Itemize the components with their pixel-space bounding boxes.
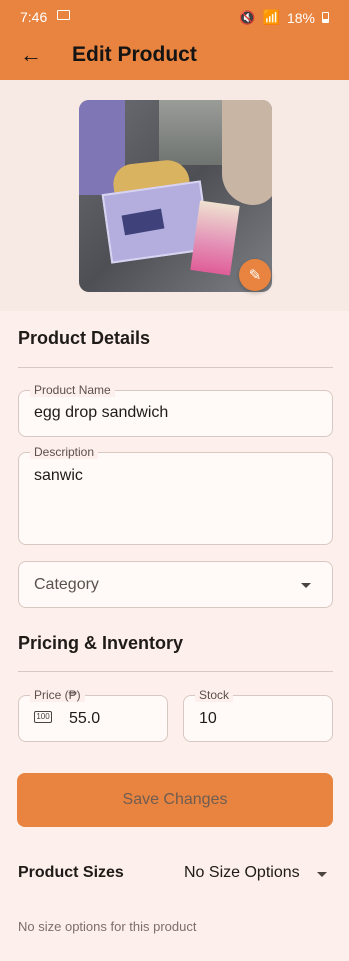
product-name-label: Product Name — [30, 383, 115, 397]
stock-value[interactable]: 10 — [199, 710, 217, 728]
size-options-selected: No Size Options — [184, 864, 300, 881]
battery-percentage: 18% — [286, 9, 315, 26]
description-value[interactable]: sanwic — [34, 467, 83, 485]
mute-icon: 🔇 — [239, 9, 256, 25]
price-label: Price (₱) — [30, 688, 85, 702]
wifi-icon: 📶 — [262, 9, 280, 25]
chevron-down-icon — [317, 872, 327, 877]
chevron-down-icon — [301, 583, 311, 588]
arm-shape — [222, 100, 272, 205]
pricing-divider — [18, 671, 333, 672]
status-bar: 7:46 🔇 📶 18% — [0, 0, 349, 32]
status-icons: 🔇 📶 18% — [239, 9, 329, 26]
edit-image-button[interactable]: ✎ — [239, 259, 271, 291]
product-sizes-label: Product Sizes — [18, 864, 124, 881]
product-name-value[interactable]: egg drop sandwich — [34, 404, 168, 422]
app-bar: 7:46 🔇 📶 18% ← Edit Product — [0, 0, 349, 80]
description-field[interactable]: Description sanwic — [18, 445, 333, 545]
top-app-bar: ← Edit Product — [0, 36, 349, 76]
back-arrow-icon[interactable]: ← — [20, 42, 42, 68]
no-size-options-note: No size options for this product — [18, 919, 197, 934]
pricing-inventory-heading: Pricing & Inventory — [18, 633, 184, 653]
category-dropdown[interactable]: Category — [18, 561, 333, 608]
price-value[interactable]: 55.0 — [69, 710, 100, 728]
description-label: Description — [30, 445, 99, 459]
details-divider — [18, 367, 333, 368]
size-options-dropdown[interactable]: No Size Options — [184, 864, 333, 886]
page-title: Edit Product — [72, 43, 197, 66]
stock-label: Stock — [195, 688, 234, 702]
price-field[interactable]: Price (₱) 100 55.0 — [18, 688, 168, 742]
product-image-section: ✎ — [0, 80, 349, 311]
save-changes-button[interactable]: Save Changes — [17, 773, 333, 827]
money-icon: 100 — [34, 711, 52, 723]
product-name-field[interactable]: Product Name egg drop sandwich — [18, 383, 333, 437]
category-placeholder: Category — [34, 576, 99, 593]
pencil-icon: ✎ — [248, 267, 262, 284]
gallery-notification-icon — [57, 10, 70, 20]
product-details-heading: Product Details — [18, 328, 151, 348]
pink-sticks — [190, 200, 240, 276]
stock-field[interactable]: Stock 10 — [183, 688, 333, 742]
battery-icon — [322, 12, 329, 23]
status-time: 7:46 — [20, 9, 48, 25]
